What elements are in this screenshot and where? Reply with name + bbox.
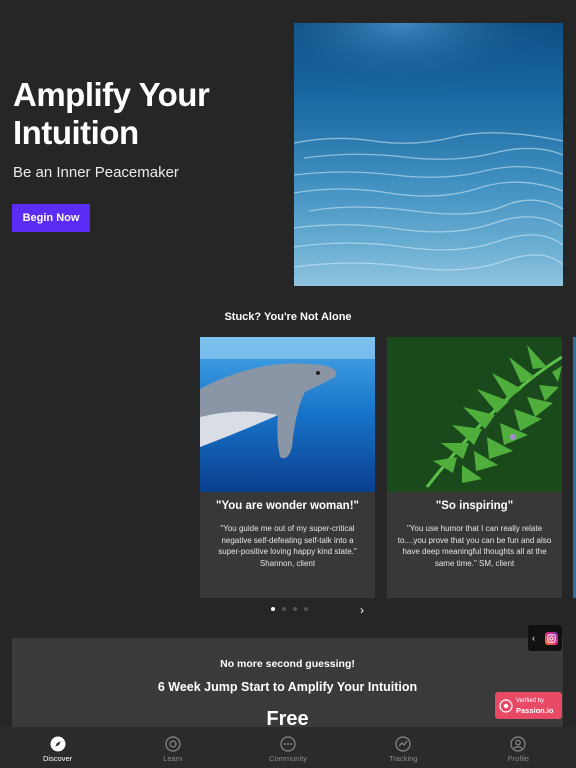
- tab-discover[interactable]: Discover: [0, 727, 115, 768]
- tab-label: Community: [269, 754, 307, 763]
- begin-now-button[interactable]: Begin Now: [12, 204, 90, 232]
- pager-dot[interactable]: [293, 607, 297, 611]
- offer-tagline: No more second guessing!: [220, 658, 355, 670]
- dolphin-image: [200, 337, 375, 492]
- fern-image: [387, 337, 562, 492]
- profile-icon: [510, 736, 527, 752]
- pager-dot[interactable]: [282, 607, 286, 611]
- instagram-icon: [545, 631, 558, 645]
- tab-tracking[interactable]: Tracking: [346, 727, 461, 768]
- hero-subtitle: Be an Inner Peacemaker: [13, 164, 179, 181]
- learn-icon: [165, 736, 181, 752]
- tab-label: Profile: [507, 754, 530, 763]
- pager-dot[interactable]: [271, 607, 275, 611]
- chevron-right-icon[interactable]: ›: [360, 603, 364, 617]
- verified-badge[interactable]: Verified by Passion.io: [495, 692, 562, 719]
- testimonial-text: "You guide me out of my super-critical n…: [218, 524, 357, 568]
- tab-profile[interactable]: Profile: [461, 727, 576, 768]
- hero-ocean-image: [294, 23, 563, 286]
- testimonial-title: "So inspiring": [435, 500, 514, 512]
- testimonials-title: Stuck? You're Not Alone: [224, 311, 352, 323]
- verified-seal-icon: [499, 698, 513, 713]
- offer-panel: No more second guessing! 6 Week Jump Sta…: [12, 638, 563, 738]
- tab-learn[interactable]: Learn: [115, 727, 230, 768]
- community-icon: [280, 736, 296, 752]
- verified-label: Verified by: [516, 697, 545, 704]
- pager-dot[interactable]: [304, 607, 308, 611]
- bottom-tab-bar: Discover Learn Community Tracking Profil…: [0, 727, 576, 768]
- verified-brand: Passion.io: [516, 705, 554, 715]
- hero-title: Amplify Your Intuition: [13, 76, 210, 151]
- tracking-icon: [395, 736, 411, 752]
- carousel-pager: [271, 607, 308, 611]
- chevron-left-icon[interactable]: ‹: [532, 633, 535, 643]
- tab-label: Tracking: [388, 754, 418, 763]
- testimonial-text: "You use humor that I can really relate …: [397, 524, 552, 568]
- offer-title: 6 Week Jump Start to Amplify Your Intuit…: [157, 680, 418, 694]
- testimonial-card[interactable]: "You are wonder woman!" "You guide me ou…: [200, 337, 375, 598]
- testimonial-title: "You are wonder woman!": [216, 500, 359, 512]
- tab-label: Discover: [43, 754, 73, 763]
- compass-icon: [50, 736, 66, 752]
- tab-label: Learn: [163, 754, 183, 763]
- testimonial-card[interactable]: "So inspiring" "You use humor that I can…: [387, 337, 562, 598]
- instagram-widget[interactable]: ‹: [528, 625, 562, 651]
- tab-community[interactable]: Community: [230, 727, 345, 768]
